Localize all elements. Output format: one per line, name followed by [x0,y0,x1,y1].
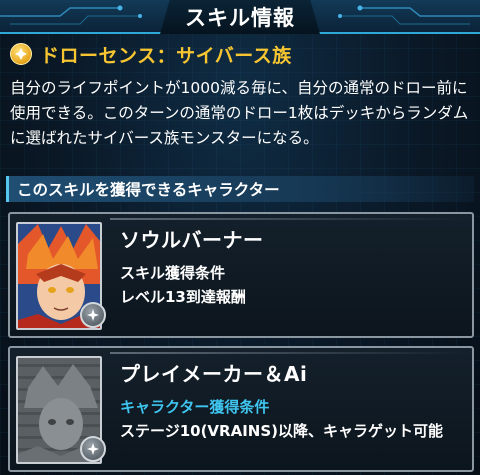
condition-value: ステージ10(VRAINS)以降、キャラゲット可能 [120,422,443,440]
header-bar: スキル情報 [0,0,480,34]
page-title: スキル情報 [185,6,295,30]
character-card-soulburner[interactable]: ソウルバーナー スキル獲得条件 レベル13到達報酬 [8,212,474,338]
header-title-box: スキル情報 [160,0,320,34]
condition-label: キャラクター獲得条件 [120,398,270,416]
condition-value: レベル13到達報酬 [120,288,246,306]
skill-description: 自分のライフポイントが1000減る毎に、自分の通常のドロー前に使用できる。このタ… [10,79,469,147]
skill-name: ドローセンス：サイバース族 [40,44,292,67]
character-name: プレイメーカー＆Ai [120,362,308,386]
diamond-badge-icon [10,43,32,65]
card-top-line [110,218,466,220]
section-title: このスキルを獲得できるキャラクター [17,181,280,199]
skill-name-row: ドローセンス：サイバース族 [10,40,470,68]
circuit-decoration-left [0,5,142,25]
condition-label: スキル獲得条件 [120,264,226,282]
sparkle-badge-icon [80,436,106,462]
section-header: このスキルを獲得できるキャラクター [6,176,474,202]
character-name: ソウルバーナー [120,228,264,252]
circuit-decoration-right [338,5,480,25]
card-top-line [110,352,466,354]
sparkle-badge-icon [80,302,106,328]
character-card-playmaker-ai[interactable]: プレイメーカー＆Ai キャラクター獲得条件 ステージ10(VRAINS)以降、キ… [8,346,474,472]
